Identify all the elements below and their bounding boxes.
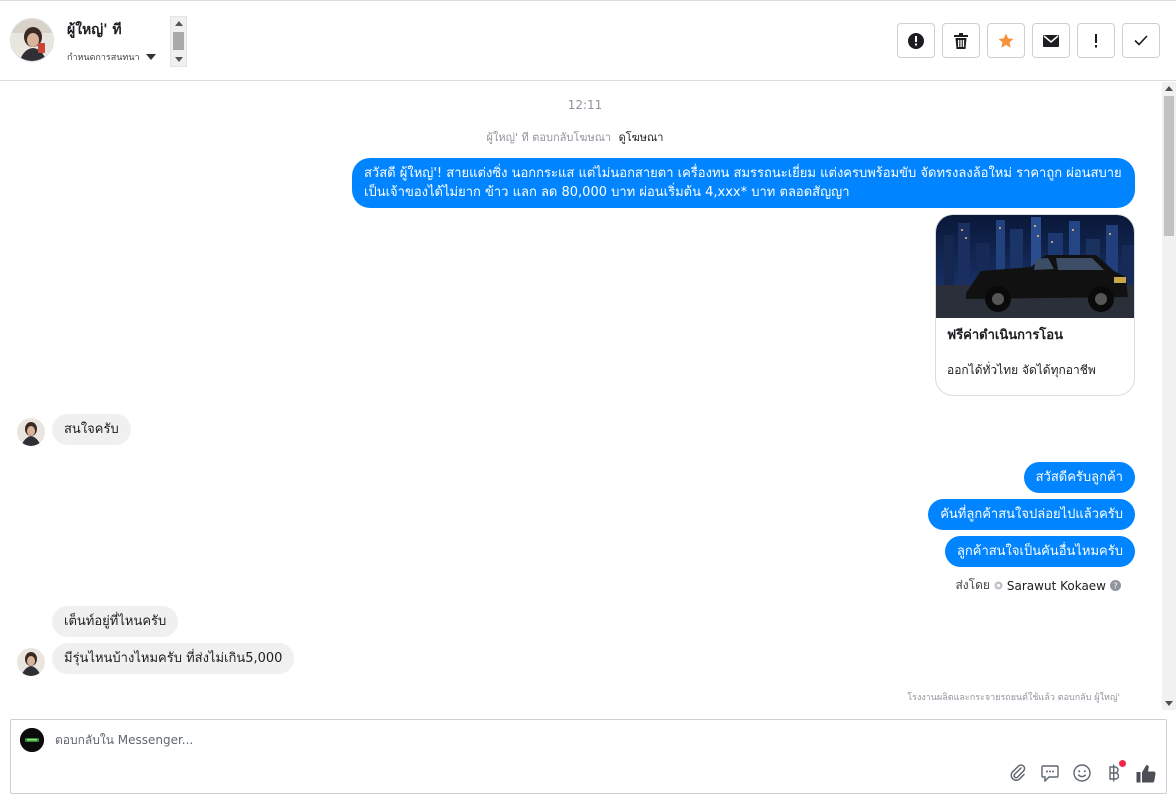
ad-image — [936, 215, 1134, 318]
page-reply-footnote: โรงงานผลิตและกระจายรถยนต์ใช้แล้ว ตอบกลับ… — [907, 693, 1120, 703]
reply-composer — [10, 719, 1167, 794]
agent-message: คันที่ลูกค้าสนใจปล่อยไปแล้วครับ — [928, 499, 1135, 530]
conversation-status-dropdown[interactable]: กำหนดการสนทนา — [67, 50, 156, 64]
customer-avatar[interactable] — [17, 418, 45, 446]
customer-message: มีรุ่นไหนบ้างไหมครับ ที่ส่งไม่เกิน5,000 — [52, 643, 295, 674]
message-thread[interactable]: 12:11 ผู้ใหญ่' ที ตอบกลับโฆษณา ดูโฆษณา ส… — [0, 82, 1162, 710]
scroll-thumb[interactable] — [173, 32, 184, 50]
paperclip-icon — [1010, 764, 1026, 782]
mark-done-button[interactable] — [1122, 23, 1160, 58]
trash-icon — [954, 32, 968, 49]
ad-message-bubble: สวัสดี ผู้ใหญ่'! สายแต่งซิ่ง นอกกระแส แต… — [352, 158, 1135, 208]
chat-bubble-icon — [1041, 764, 1059, 782]
customer-message: สนใจครับ — [52, 414, 131, 445]
agent-message: ลูกค้าสนใจเป็นคันอื่นไหมครับ — [944, 536, 1135, 567]
thumbs-up-icon — [1136, 764, 1156, 783]
ad-reply-note: ผู้ใหญ่' ที ตอบกลับโฆษณา ดูโฆษณา — [0, 128, 1150, 146]
like-button[interactable] — [1136, 763, 1156, 783]
scroll-up-arrow-icon[interactable] — [175, 21, 183, 26]
header-scrollbar[interactable] — [170, 16, 187, 67]
star-icon — [998, 33, 1014, 48]
exclamation-circle-icon — [908, 32, 924, 49]
reply-input[interactable] — [55, 733, 955, 747]
check-icon — [1134, 35, 1148, 46]
svg-text:?: ? — [1113, 580, 1117, 590]
ad-reply-note-text: ผู้ใหญ่' ที ตอบกลับโฆษณา — [486, 131, 612, 144]
conversation-status-label: กำหนดการสนทนา — [67, 53, 140, 63]
scroll-thumb[interactable] — [1164, 96, 1174, 236]
ad-card-title: ฟรีค่าดำเนินการโอน — [947, 328, 1063, 343]
page-avatar — [20, 728, 44, 752]
notification-dot — [1119, 760, 1126, 767]
sent-by-info: ส่งโดย Sarawut Kokaew ? — [955, 576, 1121, 595]
star-button[interactable] — [987, 23, 1025, 58]
attach-button[interactable] — [1008, 763, 1028, 783]
thread-scrollbar[interactable] — [1162, 82, 1176, 710]
payment-button[interactable] — [1104, 760, 1126, 783]
contact-name[interactable]: ผู้ใหญ่' ที — [67, 19, 122, 41]
smiley-icon — [1073, 764, 1091, 782]
conversation-toolbar — [897, 23, 1160, 58]
baht-icon — [1109, 764, 1120, 782]
scroll-down-arrow-icon[interactable] — [175, 57, 183, 62]
sent-by-label: ส่งโดย — [955, 578, 990, 592]
inbox-conversation-view: ผู้ใหญ่' ที กำหนดการสนทนา 12:11 ผู้ใหญ่'… — [0, 0, 1176, 804]
follow-up-button[interactable] — [1077, 23, 1115, 58]
agent-message: สวัสดีครับลูกค้า — [1023, 462, 1135, 493]
ad-card-description: ออกได้ทั่วไทย จัดได้ทุกอาชีพ — [947, 363, 1096, 377]
scroll-down-arrow-icon[interactable] — [1165, 701, 1173, 706]
customer-avatar[interactable] — [17, 648, 45, 676]
customer-message: เต็นท์อยู่ที่ไหนครับ — [52, 606, 179, 637]
message-timestamp: 12:11 — [567, 98, 603, 112]
envelope-icon — [1043, 34, 1059, 47]
delete-button[interactable] — [942, 23, 980, 58]
gear-icon — [994, 581, 1003, 590]
sender-name: Sarawut Kokaew — [1006, 578, 1106, 593]
ad-card[interactable]: ฟรีค่าดำเนินการโอน ออกได้ทั่วไทย จัดได้ท… — [935, 214, 1135, 396]
mark-spam-button[interactable] — [897, 23, 935, 58]
scroll-up-arrow-icon[interactable] — [1165, 86, 1173, 91]
contact-avatar[interactable] — [10, 18, 54, 62]
view-ad-link[interactable]: ดูโฆษณา — [619, 131, 664, 144]
help-icon[interactable]: ? — [1110, 580, 1121, 591]
composer-toolbar — [1008, 760, 1156, 783]
mark-unread-button[interactable] — [1032, 23, 1070, 58]
conversation-header: ผู้ใหญ่' ที กำหนดการสนทนา — [0, 0, 1176, 81]
caret-down-icon — [145, 54, 156, 60]
emoji-button[interactable] — [1072, 763, 1092, 783]
saved-replies-button[interactable] — [1040, 763, 1060, 783]
exclamation-icon — [1095, 33, 1097, 47]
